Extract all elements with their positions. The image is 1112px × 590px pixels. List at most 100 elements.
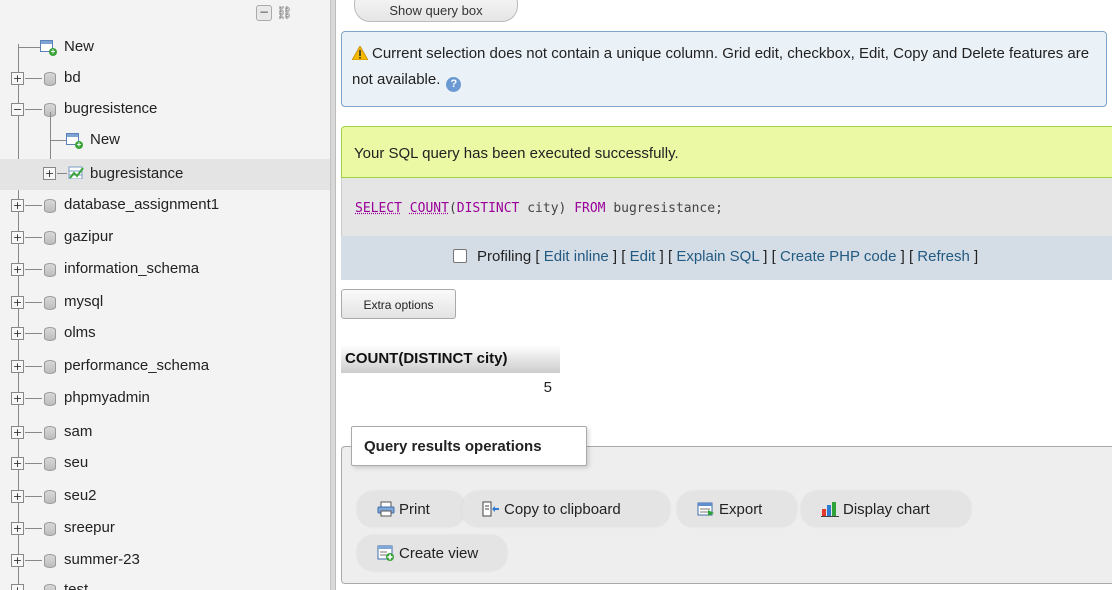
tree-item-db-phpmyadmin[interactable]: + phpmyadmin [0,383,330,414]
sql-function-count[interactable]: COUNT [410,201,449,216]
print-button[interactable]: Print [357,491,465,527]
tree-item-label[interactable]: bd [64,69,81,86]
main-content: Show query box Current selection does no… [336,0,1112,590]
tree-item-label[interactable]: database_assignment1 [64,196,219,213]
create-view-icon [377,545,394,561]
tree-item-label[interactable]: sam [64,423,92,440]
result-column-header[interactable]: COUNT(DISTINCT city) [341,345,560,373]
database-icon [44,72,56,86]
create-view-label: Create view [399,545,479,562]
database-icon [44,327,56,341]
print-icon [377,501,395,517]
tree-item-label[interactable]: performance_schema [64,357,209,374]
explain-sql-link[interactable]: Explain SQL [676,248,759,265]
expand-icon[interactable]: + [43,167,56,180]
copy-to-clipboard-icon [482,501,499,517]
expand-icon[interactable]: + [11,426,24,439]
extra-options-button[interactable]: Extra options [341,289,456,319]
expand-icon[interactable]: + [11,584,24,590]
tree-item-label[interactable]: seu2 [64,487,97,504]
tree-item-db-performance-schema[interactable]: + performance_schema [0,351,330,382]
refresh-link[interactable]: Refresh [917,248,970,265]
create-php-code-link[interactable]: Create PHP code [780,248,896,265]
expand-icon[interactable]: + [11,490,24,503]
database-icon [44,457,56,471]
sql-table: bugresistance [613,201,716,216]
notice-message: Current selection does not contain a uni… [341,31,1107,107]
sql-keyword-from: FROM [574,201,606,216]
query-results-operations-title: Query results operations [351,426,587,466]
tree-item-db-sreepur[interactable]: + sreepur [0,513,330,544]
sql-actions-bar: Profiling [ Edit inline ] [ Edit ] [ Exp… [341,236,1112,280]
tree-item-label[interactable]: olms [64,324,96,341]
copy-to-clipboard-label: Copy to clipboard [504,501,621,518]
expand-icon[interactable]: + [11,231,24,244]
show-query-box-button[interactable]: Show query box [354,0,518,22]
tree-item-db-bd[interactable]: + bd [0,63,330,94]
expand-icon[interactable]: + [11,263,24,276]
tree-item-label[interactable]: bugresistence [64,100,157,117]
tree-item-label[interactable]: information_schema [64,260,199,277]
tree-item-db-summer-23[interactable]: + summer-23 [0,545,330,576]
export-label: Export [719,501,763,518]
database-icon [44,263,56,277]
expand-icon[interactable]: + [11,457,24,470]
tree-item-db-information-schema[interactable]: + information_schema [0,254,330,285]
tree-controls: − ⛓ [256,3,293,23]
sql-keyword-select[interactable]: SELECT [355,201,402,216]
tree-item-db-olms[interactable]: + olms [0,318,330,349]
expand-icon[interactable]: + [11,199,24,212]
tree-item-new-database[interactable]: + New [0,32,330,63]
tree-item-new-table[interactable]: + New [0,125,330,156]
tree-item-label[interactable]: sreepur [64,519,115,536]
tree-item-db-gazipur[interactable]: + gazipur [0,222,330,253]
tree-item-label[interactable]: phpmyadmin [64,389,150,406]
link-with-main-icon[interactable]: ⛓ [276,6,293,21]
tree-item-label[interactable]: summer-23 [64,551,140,568]
database-icon [44,199,56,213]
copy-to-clipboard-button[interactable]: Copy to clipboard [462,491,670,527]
expand-icon[interactable]: + [11,327,24,340]
edit-link[interactable]: Edit [630,248,656,265]
tree-item-db-sam[interactable]: + sam [0,417,330,448]
expand-icon[interactable]: + [11,72,24,85]
view-table-icon [68,166,84,179]
success-message: Your SQL query has been executed success… [341,126,1112,178]
tree-item-label[interactable]: gazipur [64,228,113,245]
collapse-icon[interactable]: − [11,103,24,116]
edit-inline-link[interactable]: Edit inline [544,248,609,265]
tree-item-db-test[interactable]: + test [0,575,330,590]
expand-icon[interactable]: + [11,522,24,535]
export-icon [697,502,714,516]
tree-item-db-seu[interactable]: + seu [0,448,330,479]
result-cell: 5 [543,379,552,396]
database-icon [44,522,56,536]
tree-item-label[interactable]: mysql [64,293,103,310]
tree-item-db-mysql[interactable]: + mysql [0,287,330,318]
tree-item-db-database-assignment1[interactable]: + database_assignment1 [0,190,330,221]
collapse-all-icon[interactable]: − [256,5,272,21]
profiling-checkbox[interactable] [453,249,467,263]
tree-item-label[interactable]: New [64,38,94,55]
expand-icon[interactable]: + [11,554,24,567]
display-chart-button[interactable]: Display chart [801,491,971,527]
tree-item-label[interactable]: seu [64,454,88,471]
query-results-operations-panel: Print Copy to clipboard Export Display c… [341,446,1112,584]
sql-column: city [527,201,559,216]
tree-item-label[interactable]: New [90,131,120,148]
tree-item-label[interactable]: bugresistance [90,165,183,182]
help-icon[interactable]: ? [446,77,462,92]
expand-icon[interactable]: + [11,392,24,405]
tree-item-table-bugresistance[interactable]: + bugresistance [0,159,330,190]
create-view-button[interactable]: Create view [357,535,507,571]
tree-item-db-seu2[interactable]: + seu2 [0,481,330,512]
expand-icon[interactable]: + [11,360,24,373]
database-icon [44,296,56,310]
export-button[interactable]: Export [677,491,797,527]
expand-icon[interactable]: + [11,296,24,309]
sql-query-display: SELECT COUNT(DISTINCT city) FROM bugresi… [341,178,1112,236]
new-icon: + [40,40,57,56]
notice-text: Current selection does not contain a uni… [352,45,1090,88]
tree-item-label[interactable]: test [64,581,88,590]
profiling-label: Profiling [477,248,532,265]
